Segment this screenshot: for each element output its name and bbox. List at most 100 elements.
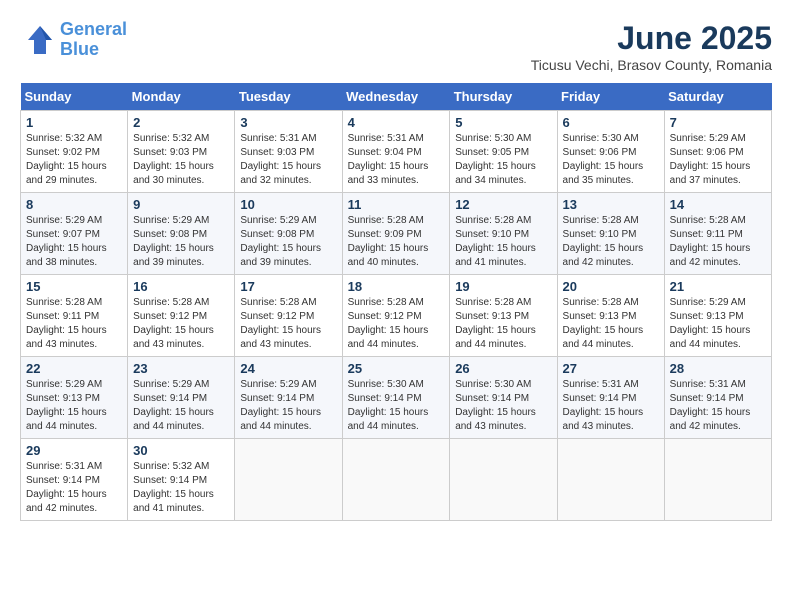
day-number: 17 bbox=[240, 279, 336, 294]
day-info: Sunrise: 5:28 AMSunset: 9:09 PMDaylight:… bbox=[348, 215, 429, 268]
table-row: 21 Sunrise: 5:29 AMSunset: 9:13 PMDaylig… bbox=[664, 275, 771, 357]
day-info: Sunrise: 5:32 AMSunset: 9:03 PMDaylight:… bbox=[133, 133, 214, 186]
col-monday: Monday bbox=[128, 83, 235, 111]
day-info: Sunrise: 5:28 AMSunset: 9:12 PMDaylight:… bbox=[133, 297, 214, 350]
table-row: 6 Sunrise: 5:30 AMSunset: 9:06 PMDayligh… bbox=[557, 111, 664, 193]
day-number: 20 bbox=[563, 279, 659, 294]
table-row: 18 Sunrise: 5:28 AMSunset: 9:12 PMDaylig… bbox=[342, 275, 450, 357]
table-row: 12 Sunrise: 5:28 AMSunset: 9:10 PMDaylig… bbox=[450, 193, 557, 275]
day-info: Sunrise: 5:31 AMSunset: 9:14 PMDaylight:… bbox=[670, 379, 751, 432]
table-row bbox=[664, 439, 771, 521]
table-row: 13 Sunrise: 5:28 AMSunset: 9:10 PMDaylig… bbox=[557, 193, 664, 275]
day-info: Sunrise: 5:29 AMSunset: 9:06 PMDaylight:… bbox=[670, 133, 751, 186]
day-info: Sunrise: 5:31 AMSunset: 9:14 PMDaylight:… bbox=[26, 461, 107, 514]
day-info: Sunrise: 5:31 AMSunset: 9:14 PMDaylight:… bbox=[563, 379, 644, 432]
table-row: 9 Sunrise: 5:29 AMSunset: 9:08 PMDayligh… bbox=[128, 193, 235, 275]
table-row: 11 Sunrise: 5:28 AMSunset: 9:09 PMDaylig… bbox=[342, 193, 450, 275]
day-number: 13 bbox=[563, 197, 659, 212]
day-number: 25 bbox=[348, 361, 445, 376]
table-row: 24 Sunrise: 5:29 AMSunset: 9:14 PMDaylig… bbox=[235, 357, 342, 439]
day-number: 16 bbox=[133, 279, 229, 294]
calendar-week-row: 15 Sunrise: 5:28 AMSunset: 9:11 PMDaylig… bbox=[21, 275, 772, 357]
table-row: 10 Sunrise: 5:29 AMSunset: 9:08 PMDaylig… bbox=[235, 193, 342, 275]
table-row: 1 Sunrise: 5:32 AMSunset: 9:02 PMDayligh… bbox=[21, 111, 128, 193]
day-number: 7 bbox=[670, 115, 766, 130]
table-row: 20 Sunrise: 5:28 AMSunset: 9:13 PMDaylig… bbox=[557, 275, 664, 357]
table-row bbox=[235, 439, 342, 521]
header: General Blue June 2025 Ticusu Vechi, Bra… bbox=[20, 20, 772, 73]
logo: General Blue bbox=[20, 20, 127, 60]
day-info: Sunrise: 5:29 AMSunset: 9:08 PMDaylight:… bbox=[240, 215, 321, 268]
main-title: June 2025 bbox=[531, 20, 772, 57]
day-info: Sunrise: 5:28 AMSunset: 9:10 PMDaylight:… bbox=[563, 215, 644, 268]
day-number: 6 bbox=[563, 115, 659, 130]
col-wednesday: Wednesday bbox=[342, 83, 450, 111]
day-number: 1 bbox=[26, 115, 122, 130]
day-number: 24 bbox=[240, 361, 336, 376]
day-number: 27 bbox=[563, 361, 659, 376]
day-info: Sunrise: 5:28 AMSunset: 9:12 PMDaylight:… bbox=[348, 297, 429, 350]
day-number: 30 bbox=[133, 443, 229, 458]
day-info: Sunrise: 5:32 AMSunset: 9:14 PMDaylight:… bbox=[133, 461, 214, 514]
day-info: Sunrise: 5:29 AMSunset: 9:14 PMDaylight:… bbox=[240, 379, 321, 432]
table-row: 22 Sunrise: 5:29 AMSunset: 9:13 PMDaylig… bbox=[21, 357, 128, 439]
table-row: 28 Sunrise: 5:31 AMSunset: 9:14 PMDaylig… bbox=[664, 357, 771, 439]
day-number: 15 bbox=[26, 279, 122, 294]
day-info: Sunrise: 5:32 AMSunset: 9:02 PMDaylight:… bbox=[26, 133, 107, 186]
logo-text: General Blue bbox=[60, 20, 127, 60]
day-number: 21 bbox=[670, 279, 766, 294]
day-info: Sunrise: 5:28 AMSunset: 9:10 PMDaylight:… bbox=[455, 215, 536, 268]
day-number: 9 bbox=[133, 197, 229, 212]
col-saturday: Saturday bbox=[664, 83, 771, 111]
day-number: 2 bbox=[133, 115, 229, 130]
day-info: Sunrise: 5:30 AMSunset: 9:05 PMDaylight:… bbox=[455, 133, 536, 186]
day-info: Sunrise: 5:29 AMSunset: 9:14 PMDaylight:… bbox=[133, 379, 214, 432]
col-tuesday: Tuesday bbox=[235, 83, 342, 111]
table-row: 16 Sunrise: 5:28 AMSunset: 9:12 PMDaylig… bbox=[128, 275, 235, 357]
day-number: 3 bbox=[240, 115, 336, 130]
table-row: 5 Sunrise: 5:30 AMSunset: 9:05 PMDayligh… bbox=[450, 111, 557, 193]
table-row bbox=[342, 439, 450, 521]
calendar-week-row: 8 Sunrise: 5:29 AMSunset: 9:07 PMDayligh… bbox=[21, 193, 772, 275]
calendar-table: Sunday Monday Tuesday Wednesday Thursday… bbox=[20, 83, 772, 521]
day-info: Sunrise: 5:28 AMSunset: 9:11 PMDaylight:… bbox=[26, 297, 107, 350]
day-number: 10 bbox=[240, 197, 336, 212]
logo-icon bbox=[20, 22, 56, 58]
day-info: Sunrise: 5:28 AMSunset: 9:13 PMDaylight:… bbox=[563, 297, 644, 350]
col-thursday: Thursday bbox=[450, 83, 557, 111]
table-row: 2 Sunrise: 5:32 AMSunset: 9:03 PMDayligh… bbox=[128, 111, 235, 193]
day-number: 29 bbox=[26, 443, 122, 458]
logo-general: General bbox=[60, 19, 127, 39]
day-number: 28 bbox=[670, 361, 766, 376]
calendar-week-row: 29 Sunrise: 5:31 AMSunset: 9:14 PMDaylig… bbox=[21, 439, 772, 521]
day-info: Sunrise: 5:29 AMSunset: 9:13 PMDaylight:… bbox=[26, 379, 107, 432]
table-row: 8 Sunrise: 5:29 AMSunset: 9:07 PMDayligh… bbox=[21, 193, 128, 275]
subtitle: Ticusu Vechi, Brasov County, Romania bbox=[531, 57, 772, 73]
calendar-week-row: 1 Sunrise: 5:32 AMSunset: 9:02 PMDayligh… bbox=[21, 111, 772, 193]
day-info: Sunrise: 5:28 AMSunset: 9:13 PMDaylight:… bbox=[455, 297, 536, 350]
table-row bbox=[557, 439, 664, 521]
day-number: 12 bbox=[455, 197, 551, 212]
day-info: Sunrise: 5:29 AMSunset: 9:13 PMDaylight:… bbox=[670, 297, 751, 350]
table-row: 19 Sunrise: 5:28 AMSunset: 9:13 PMDaylig… bbox=[450, 275, 557, 357]
table-row: 15 Sunrise: 5:28 AMSunset: 9:11 PMDaylig… bbox=[21, 275, 128, 357]
day-info: Sunrise: 5:29 AMSunset: 9:08 PMDaylight:… bbox=[133, 215, 214, 268]
table-row: 14 Sunrise: 5:28 AMSunset: 9:11 PMDaylig… bbox=[664, 193, 771, 275]
table-row: 27 Sunrise: 5:31 AMSunset: 9:14 PMDaylig… bbox=[557, 357, 664, 439]
day-number: 8 bbox=[26, 197, 122, 212]
table-row: 3 Sunrise: 5:31 AMSunset: 9:03 PMDayligh… bbox=[235, 111, 342, 193]
day-number: 19 bbox=[455, 279, 551, 294]
day-info: Sunrise: 5:30 AMSunset: 9:14 PMDaylight:… bbox=[348, 379, 429, 432]
day-info: Sunrise: 5:28 AMSunset: 9:12 PMDaylight:… bbox=[240, 297, 321, 350]
day-number: 18 bbox=[348, 279, 445, 294]
table-row: 30 Sunrise: 5:32 AMSunset: 9:14 PMDaylig… bbox=[128, 439, 235, 521]
table-row bbox=[450, 439, 557, 521]
day-info: Sunrise: 5:29 AMSunset: 9:07 PMDaylight:… bbox=[26, 215, 107, 268]
logo-blue: Blue bbox=[60, 39, 99, 59]
day-info: Sunrise: 5:31 AMSunset: 9:04 PMDaylight:… bbox=[348, 133, 429, 186]
day-number: 4 bbox=[348, 115, 445, 130]
table-row: 7 Sunrise: 5:29 AMSunset: 9:06 PMDayligh… bbox=[664, 111, 771, 193]
day-number: 22 bbox=[26, 361, 122, 376]
day-info: Sunrise: 5:31 AMSunset: 9:03 PMDaylight:… bbox=[240, 133, 321, 186]
table-row: 17 Sunrise: 5:28 AMSunset: 9:12 PMDaylig… bbox=[235, 275, 342, 357]
